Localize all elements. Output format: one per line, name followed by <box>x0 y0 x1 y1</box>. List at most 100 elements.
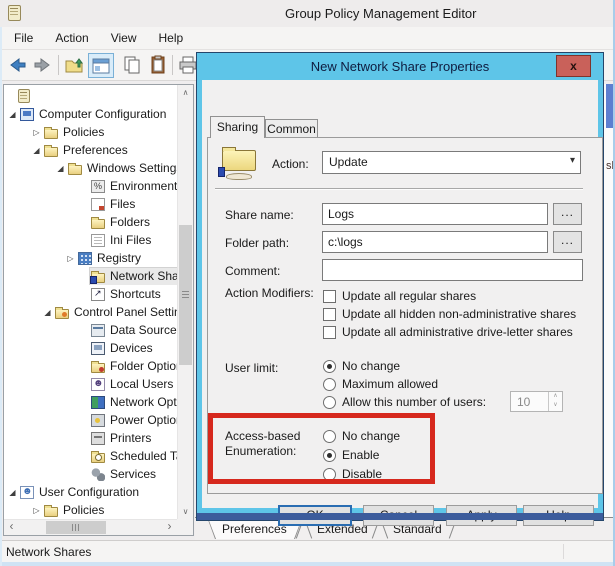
close-icon[interactable]: x <box>556 55 591 77</box>
forward-icon[interactable] <box>32 55 52 75</box>
tree-item-computer-configuration[interactable]: ◢ Computer Configuration <box>4 105 177 123</box>
scrollbar-thumb[interactable] <box>179 225 192 365</box>
tree-item-control-panel-settings[interactable]: ◢ Control Panel Settings <box>4 303 177 321</box>
folder-path-input[interactable]: c:\logs <box>322 231 548 253</box>
expander-icon[interactable]: ◢ <box>6 488 19 497</box>
radio-maximum-allowed[interactable]: Maximum allowed <box>323 377 438 391</box>
menu-help[interactable]: Help <box>159 28 194 48</box>
share-name-browse-button[interactable]: ... <box>553 203 582 225</box>
folder-path-label: Folder path: <box>225 236 289 251</box>
tree-item-windows-settings[interactable]: ◢ Windows Settings <box>4 159 177 177</box>
tree-item-local-users[interactable]: Local Users and Groups <box>4 375 177 393</box>
expander-icon[interactable]: ◢ <box>41 308 54 317</box>
menu-view[interactable]: View <box>111 28 147 48</box>
window-border-bottom <box>0 562 615 566</box>
print-icon[interactable] <box>178 55 198 75</box>
checkbox-update-regular[interactable]: Update all regular shares <box>323 289 476 303</box>
comment-input[interactable] <box>322 259 583 281</box>
up-folder-icon[interactable] <box>64 55 84 75</box>
checkbox-icon[interactable] <box>323 308 336 321</box>
ini-files-icon <box>91 234 105 247</box>
scroll-up-icon[interactable]: ∧ <box>178 85 193 100</box>
radio-icon[interactable] <box>323 396 336 409</box>
folder-path-browse-button[interactable]: ... <box>553 231 582 253</box>
scroll-right-icon[interactable]: › <box>162 520 177 535</box>
tree-item-registry[interactable]: ▷ Registry <box>4 249 177 267</box>
tree-item-data-sources[interactable]: Data Sources <box>4 321 177 339</box>
user-limit-spinner[interactable]: 10 ∧∨ <box>510 391 563 412</box>
action-value: Update <box>329 155 368 169</box>
radio-abe-no-change[interactable]: No change <box>323 429 400 443</box>
checkbox-update-admin[interactable]: Update all administrative drive-letter s… <box>323 325 573 339</box>
spinner-arrows-icon[interactable]: ∧∨ <box>548 392 562 411</box>
expander-icon[interactable]: ◢ <box>30 146 43 155</box>
expander-icon[interactable]: ▷ <box>64 254 77 263</box>
scheduled-tasks-icon <box>91 453 105 463</box>
copy-icon[interactable] <box>122 55 142 75</box>
local-users-icon <box>91 378 105 391</box>
tree-item-files[interactable]: Files <box>4 195 177 213</box>
tree-item-devices[interactable]: Devices <box>4 339 177 357</box>
tree-item-user-configuration[interactable]: ◢ User Configuration <box>4 483 177 501</box>
scroll-down-icon[interactable]: ∨ <box>178 504 193 519</box>
tree-vertical-scrollbar[interactable]: ∧ ∨ <box>177 85 193 519</box>
radio-abe-enable[interactable]: Enable <box>323 448 379 462</box>
dialog-titlebar[interactable]: New Network Share Properties x <box>197 53 603 80</box>
toolbar-separator <box>58 55 59 75</box>
action-dropdown[interactable]: Update ▾ <box>322 151 581 174</box>
console-tree-panel: ◢ Computer Configuration ▷ Policies ◢ Pr… <box>3 84 194 536</box>
network-share-icon <box>91 273 105 283</box>
tree-item-power-options[interactable]: Power Options <box>4 411 177 429</box>
menu-action[interactable]: Action <box>55 28 98 48</box>
dialog-title: New Network Share Properties <box>197 59 603 74</box>
action-modifiers-label: Action Modifiers: <box>225 286 315 301</box>
radio-icon[interactable] <box>323 378 336 391</box>
tab-preferences-label[interactable]: Preferences <box>222 522 287 536</box>
results-pane-sliver: sh <box>604 84 613 517</box>
scroll-left-icon[interactable]: ‹ <box>4 520 19 535</box>
show-window-icon[interactable] <box>88 53 114 78</box>
checkbox-icon[interactable] <box>323 290 336 303</box>
tree-horizontal-scrollbar[interactable]: ‹ › <box>4 519 177 535</box>
tree-item-folder-options[interactable]: Folder Options <box>4 357 177 375</box>
share-name-input[interactable]: Logs <box>322 203 548 225</box>
tree-item-policies[interactable]: ▷ Policies <box>4 123 177 141</box>
comment-label: Comment: <box>225 264 280 279</box>
radio-icon[interactable] <box>323 468 336 481</box>
radio-icon[interactable] <box>323 430 336 443</box>
tree-item-environment[interactable]: Environment <box>4 177 177 195</box>
menu-file[interactable]: File <box>14 28 43 48</box>
tree-item-printers[interactable]: Printers <box>4 429 177 447</box>
tree-item-user-policies[interactable]: ▷ Policies <box>4 501 177 519</box>
status-bar: Network Shares <box>0 540 615 562</box>
expander-icon[interactable]: ◢ <box>6 110 19 119</box>
expander-icon[interactable]: ▷ <box>30 128 43 137</box>
tab-sharing[interactable]: Sharing <box>210 116 265 138</box>
radio-icon[interactable] <box>323 449 336 462</box>
tree-item-services[interactable]: Services <box>4 465 177 483</box>
tree-item-network-options[interactable]: Network Options <box>4 393 177 411</box>
radio-abe-disable[interactable]: Disable <box>323 467 382 481</box>
tree-item-scheduled-tasks[interactable]: Scheduled Tasks <box>4 447 177 465</box>
tree-item-ini-files[interactable]: Ini Files <box>4 231 177 249</box>
results-pane-header-accent <box>606 84 613 128</box>
data-sources-icon <box>91 324 105 337</box>
tab-common[interactable]: Common <box>265 119 318 138</box>
tree-item-folders[interactable]: Folders <box>4 213 177 231</box>
expander-icon[interactable]: ▷ <box>30 506 43 515</box>
tree-item-root[interactable] <box>4 87 177 105</box>
tree-item-network-shares[interactable]: Network Shares <box>4 267 177 285</box>
checkbox-update-hidden[interactable]: Update all hidden non-administrative sha… <box>323 307 576 321</box>
expander-icon[interactable]: ◢ <box>54 164 67 173</box>
radio-icon[interactable] <box>323 360 336 373</box>
radio-allow-number[interactable]: Allow this number of users: <box>323 395 486 409</box>
radio-no-change-userlimit[interactable]: No change <box>323 359 400 373</box>
dialog-body: Sharing Common Action: Update ▾ Share na… <box>197 80 603 513</box>
tree-item-preferences[interactable]: ◢ Preferences <box>4 141 177 159</box>
checkbox-icon[interactable] <box>323 326 336 339</box>
back-icon[interactable] <box>8 55 28 75</box>
network-options-icon <box>91 396 105 409</box>
paste-icon[interactable] <box>148 55 168 75</box>
tree-item-shortcuts[interactable]: Shortcuts <box>4 285 177 303</box>
scrollbar-thumb[interactable] <box>46 521 106 534</box>
